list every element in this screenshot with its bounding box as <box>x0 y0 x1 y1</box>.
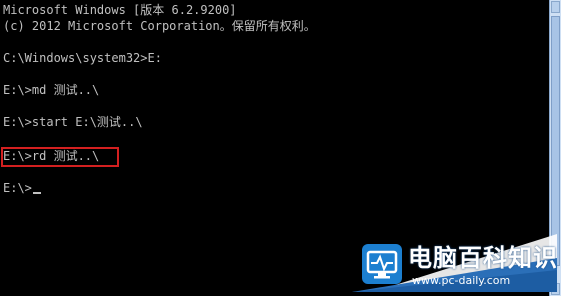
watermark: 电脑百科知识 www.pc-daily.com <box>352 228 557 292</box>
console-line-version: Microsoft Windows [版本 6.2.9200] <box>3 3 237 17</box>
prompt-text: E:\> <box>3 181 32 195</box>
console-line-change-drive: C:\Windows\system32>E: <box>3 51 162 65</box>
console-line-start-command: E:\>start E:\测试..\ <box>3 115 143 129</box>
console-line-prompt[interactable]: E:\> <box>3 180 41 196</box>
watermark-site-url: www.pc-daily.com <box>412 274 511 287</box>
console-line-md-command: E:\>md 测试..\ <box>3 83 100 97</box>
watermark-site-name: 电脑百科知识 <box>408 244 558 272</box>
console-line-copyright: (c) 2012 Microsoft Corporation。保留所有权利。 <box>3 19 316 33</box>
text-cursor <box>32 192 41 194</box>
monitor-pulse-icon <box>362 244 402 284</box>
scroll-up-arrow[interactable] <box>551 1 560 13</box>
rd-command-highlight <box>1 147 119 167</box>
